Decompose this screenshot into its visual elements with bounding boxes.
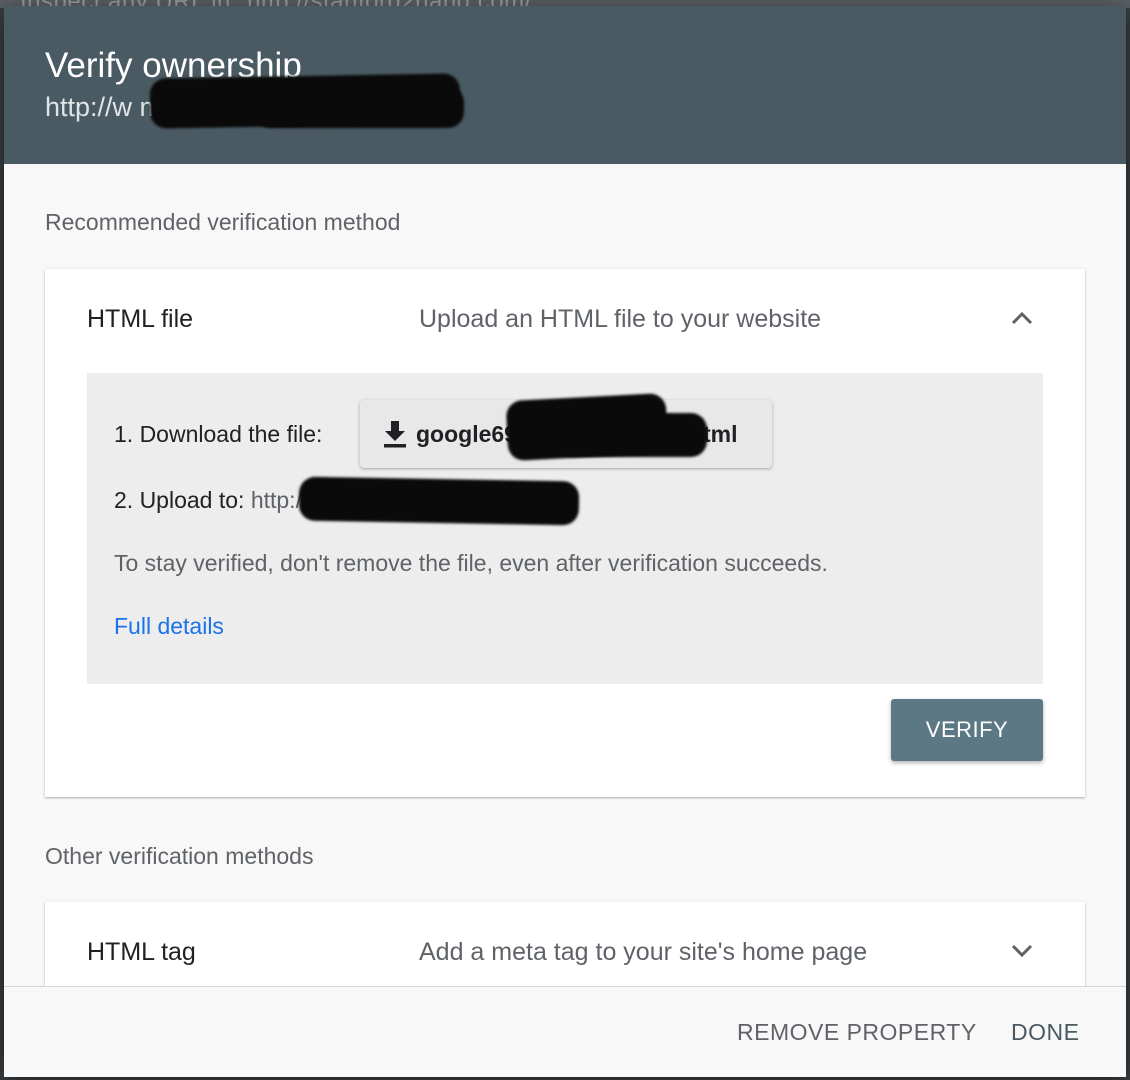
recommended-section-label: Recommended verification method [45,209,401,235]
card-title: HTML file [87,305,194,333]
full-details-link[interactable]: Full details [114,613,224,640]
redaction-mark [557,413,707,457]
redaction-mark [298,476,580,526]
chevron-down-icon[interactable] [1007,936,1037,966]
verify-ownership-dialog: Verify ownership http://w m/ Recommended… [4,6,1126,1077]
download-icon [384,421,406,448]
dialog-header: Verify ownership http://w m/ [4,6,1126,164]
download-file-name: google69 [416,420,517,447]
download-step-label: 1. Download the file: [114,421,323,447]
html-file-card-header[interactable]: HTML file Upload an HTML file to your we… [45,269,1085,373]
done-button[interactable]: DONE [1011,1019,1079,1046]
card-description: Upload an HTML file to your website [419,305,822,333]
card-description: Add a meta tag to your site's home page [419,938,868,966]
chevron-up-icon[interactable] [1007,303,1037,333]
redaction-mark [254,86,464,128]
html-file-method-card: HTML file Upload an HTML file to your we… [45,269,1085,797]
remove-property-button[interactable]: REMOVE PROPERTY [737,1019,977,1046]
other-methods-section-label: Other verification methods [45,843,314,869]
html-file-instructions-panel: 1. Download the file: google69 c0.html 2… [87,373,1043,684]
stay-verified-note: To stay verified, don't remove the file,… [114,550,828,576]
dialog-footer: REMOVE PROPERTY DONE [4,986,1126,1077]
card-title: HTML tag [87,938,196,966]
upload-step-label: 2. Upload to: [114,487,245,513]
verify-button[interactable]: VERIFY [891,699,1043,761]
